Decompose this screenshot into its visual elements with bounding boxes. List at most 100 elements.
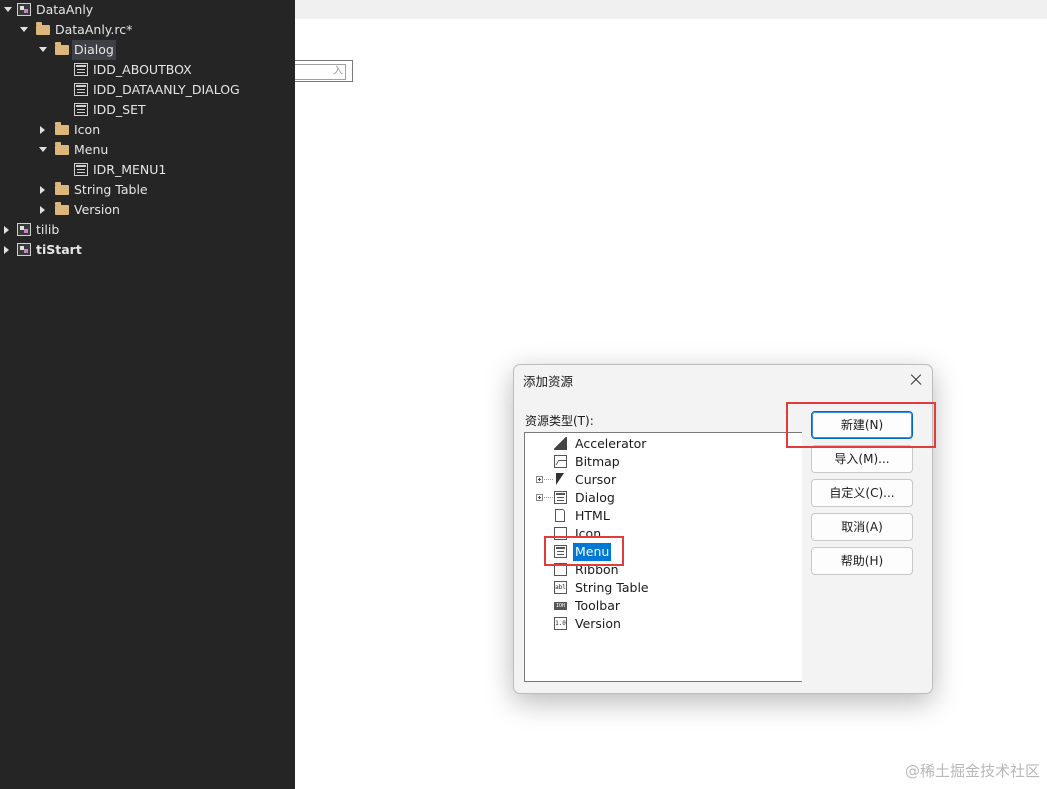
dialog-resource-icon: [74, 103, 88, 116]
close-icon[interactable]: [906, 370, 926, 390]
import-button[interactable]: 导入(M)...: [811, 445, 913, 473]
tree-item-label: DataAnly: [36, 2, 94, 17]
collapse-arrow-icon[interactable]: [2, 220, 12, 240]
list-item-icon[interactable]: Icon: [525, 525, 801, 543]
new-button[interactable]: 新建(N): [811, 411, 913, 439]
stub-text: 入: [333, 66, 343, 77]
list-item-label: Bitmap: [575, 454, 620, 469]
list-item-label: Toolbar: [575, 598, 621, 613]
custom-button[interactable]: 自定义(C)...: [811, 479, 913, 507]
tree-item-label: IDD_SET: [93, 102, 146, 117]
add-resource-dialog: 添加资源 资源类型(T): Accelerator Bitmap Cursor …: [513, 364, 936, 694]
project-icon: [17, 3, 31, 16]
list-item-toolbar[interactable]: IOH Toolbar: [525, 597, 801, 615]
dialog-resource-icon: [74, 63, 88, 76]
tree-item-label: Version: [74, 202, 120, 217]
folder-icon: [55, 142, 69, 155]
toolbar-icon: IOH: [554, 602, 567, 610]
list-item-label: Cursor: [575, 472, 617, 487]
list-item-bitmap[interactable]: Bitmap: [525, 453, 801, 471]
tree-item-label: IDR_MENU1: [93, 162, 167, 177]
tree-item-tilib-project[interactable]: tilib: [0, 220, 295, 240]
resource-type-label: 资源类型(T):: [525, 414, 594, 428]
tree-item-dataanly-project[interactable]: DataAnly: [0, 0, 295, 20]
folder-icon: [55, 42, 69, 55]
tree-connector: [544, 497, 553, 498]
help-button[interactable]: 帮助(H): [811, 547, 913, 575]
tree-item-idd-dataanly-dialog[interactable]: IDD_DATAANLY_DIALOG: [0, 80, 295, 100]
cursor-icon: [554, 473, 567, 486]
collapse-arrow-icon[interactable]: [2, 240, 12, 260]
list-item-menu[interactable]: Menu: [525, 543, 801, 561]
expand-plus-icon[interactable]: [536, 476, 543, 483]
list-item-ribbon[interactable]: Ribbon: [525, 561, 801, 579]
stub-edit-field: 入: [295, 64, 346, 80]
tree-item-icon-folder[interactable]: Icon: [0, 120, 295, 140]
tree-item-label: tilib: [36, 222, 60, 237]
ribbon-icon: [554, 563, 567, 576]
dialog-preview-stub: 入: [295, 60, 353, 82]
folder-icon: [55, 182, 69, 195]
tree-item-idd-aboutbox[interactable]: IDD_ABOUTBOX: [0, 60, 295, 80]
expand-arrow-icon[interactable]: [3, 0, 13, 20]
list-item-label: Ribbon: [575, 562, 619, 577]
tree-item-label: IDD_DATAANLY_DIALOG: [93, 82, 240, 97]
list-item-label: Icon: [575, 526, 602, 541]
dialog-title: 添加资源: [523, 374, 574, 389]
cancel-button[interactable]: 取消(A): [811, 513, 913, 541]
resource-type-list[interactable]: Accelerator Bitmap Cursor Dialog HTML Ic…: [524, 432, 802, 682]
tree-item-menu-folder[interactable]: Menu: [0, 140, 295, 160]
list-item-label: Version: [575, 616, 621, 631]
list-item-dialog[interactable]: Dialog: [525, 489, 801, 507]
dialog-resource-icon: [74, 83, 88, 96]
list-item-cursor[interactable]: Cursor: [525, 471, 801, 489]
folder-icon: [55, 122, 69, 135]
list-item-label: Dialog: [575, 490, 615, 505]
html-icon: [555, 509, 565, 522]
list-item-accelerator[interactable]: Accelerator: [525, 435, 801, 453]
watermark: @稀土掘金技术社区: [904, 762, 1040, 780]
tree-item-idr-menu1[interactable]: IDR_MENU1: [0, 160, 295, 180]
tree-item-string-table-folder[interactable]: String Table: [0, 180, 295, 200]
tree-item-label: Icon: [74, 122, 101, 137]
list-item-label: Accelerator: [575, 436, 647, 451]
tree-item-idd-set[interactable]: IDD_SET: [0, 100, 295, 120]
menu-resource-icon: [74, 163, 88, 176]
project-icon: [17, 223, 31, 236]
tree-item-label: IDD_ABOUTBOX: [93, 62, 192, 77]
list-item-label: HTML: [575, 508, 610, 523]
collapse-arrow-icon[interactable]: [38, 120, 48, 140]
bitmap-icon: [554, 455, 567, 468]
tree-connector: [544, 479, 553, 480]
version-icon: 1.0: [554, 617, 567, 630]
dialog-icon: [554, 491, 567, 504]
folder-icon: [55, 202, 69, 215]
list-item-string-table[interactable]: abl String Table: [525, 579, 801, 597]
tree-item-label: Dialog: [72, 40, 116, 60]
accelerator-icon: [554, 437, 567, 450]
collapse-arrow-icon[interactable]: [38, 180, 48, 200]
menu-icon: [554, 545, 567, 558]
expand-plus-icon[interactable]: [536, 494, 543, 501]
tree-item-label: Menu: [74, 142, 109, 157]
list-item-label: String Table: [575, 580, 649, 595]
list-item-html[interactable]: HTML: [525, 507, 801, 525]
expand-arrow-icon[interactable]: [38, 40, 48, 60]
list-item-label: Menu: [573, 543, 612, 561]
expand-arrow-icon[interactable]: [38, 140, 48, 160]
tree-item-rc-file[interactable]: DataAnly.rc*: [0, 20, 295, 40]
tree-item-dialog-folder[interactable]: Dialog: [0, 40, 295, 60]
tree-item-tistart-project[interactable]: tiStart: [0, 240, 295, 260]
collapse-arrow-icon[interactable]: [38, 200, 48, 220]
tree-item-label: DataAnly.rc*: [55, 22, 133, 37]
tree-item-label: String Table: [74, 182, 148, 197]
resource-view-tree: DataAnly DataAnly.rc* Dialog IDD_ABOUTBO…: [0, 0, 295, 789]
expand-arrow-icon[interactable]: [19, 20, 29, 40]
icon-resource-icon: [554, 527, 567, 540]
folder-icon: [36, 22, 50, 35]
string-table-icon: abl: [554, 581, 567, 594]
editor-tab-strip: [295, 0, 1047, 19]
tree-item-version-folder[interactable]: Version: [0, 200, 295, 220]
list-item-version[interactable]: 1.0 Version: [525, 615, 801, 633]
project-icon: [17, 243, 31, 256]
